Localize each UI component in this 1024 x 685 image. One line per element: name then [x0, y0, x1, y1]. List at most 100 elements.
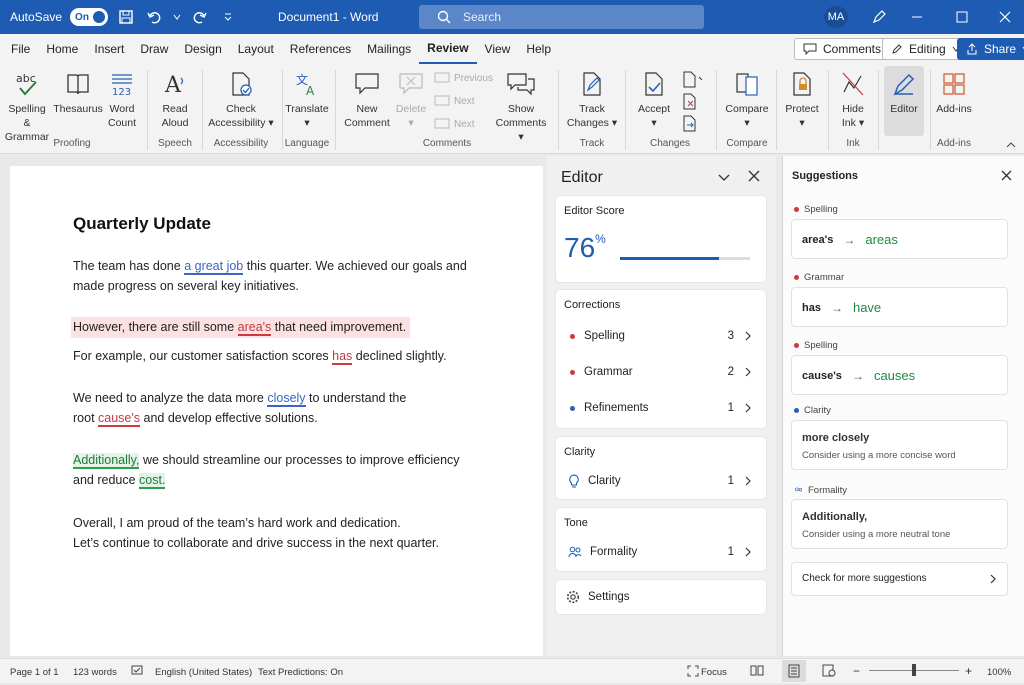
- check-more-suggestions-button[interactable]: Check for more suggestions: [791, 562, 1008, 596]
- editor-close-icon[interactable]: [748, 170, 760, 185]
- flagged-word-has[interactable]: has: [332, 349, 353, 365]
- menu-draw[interactable]: Draw: [132, 34, 176, 64]
- text-predictions-status[interactable]: Text Predictions: On: [258, 667, 343, 678]
- ribbon-separator: [716, 70, 717, 150]
- search-box[interactable]: Search: [419, 5, 704, 29]
- suggestion-category-label: Spelling: [794, 340, 838, 351]
- share-button[interactable]: Share: [957, 38, 1024, 60]
- redo-icon[interactable]: [190, 7, 210, 27]
- accept-button[interactable]: Accept ▾: [632, 70, 676, 130]
- formality-suggestion-card[interactable]: Additionally, Consider using a more neut…: [791, 499, 1008, 549]
- next-change-button[interactable]: [681, 114, 705, 135]
- chevron-right-icon: [745, 547, 751, 557]
- focus-icon[interactable]: [687, 665, 699, 680]
- menu-file[interactable]: File: [3, 34, 38, 64]
- avatar[interactable]: MA: [824, 6, 848, 28]
- flagged-phrase-great-job[interactable]: a great job: [184, 259, 244, 275]
- suggestion-original: cause's: [802, 369, 842, 382]
- menu-view[interactable]: View: [477, 34, 519, 64]
- word-count[interactable]: 123 words: [73, 667, 117, 678]
- reject-button[interactable]: [681, 70, 705, 91]
- new-comment-button[interactable]: New Comment: [342, 70, 392, 130]
- tone-card: Tone Formality 1: [556, 508, 766, 571]
- menu-insert[interactable]: Insert: [86, 34, 132, 64]
- clarity-row[interactable]: Clarity 1: [556, 469, 766, 493]
- delete-comment-button[interactable]: Delete ▾: [393, 70, 429, 130]
- print-layout-icon[interactable]: [782, 660, 806, 682]
- focus-button[interactable]: Focus: [701, 667, 727, 678]
- editing-mode-button[interactable]: Editing: [882, 38, 969, 60]
- web-layout-icon[interactable]: [822, 664, 836, 680]
- word-count-button[interactable]: 123 Word Count: [104, 70, 140, 130]
- undo-dropdown-icon[interactable]: [172, 7, 182, 27]
- flagged-word-causes[interactable]: cause's: [98, 411, 141, 427]
- translate-button[interactable]: 文A Translate ▾: [285, 70, 329, 130]
- customize-toolbar-icon[interactable]: [218, 7, 238, 27]
- word-count-icon: 123: [112, 74, 132, 98]
- paragraph-5-line-2: and reduce cost.: [73, 473, 166, 489]
- maximize-icon[interactable]: [950, 6, 974, 28]
- menu-design[interactable]: Design: [176, 34, 229, 64]
- thesaurus-button[interactable]: Thesaurus: [53, 70, 103, 116]
- reject-change-button[interactable]: [681, 92, 699, 113]
- flagged-word-closely[interactable]: closely: [267, 391, 306, 407]
- clarity-suggestion-card[interactable]: more closely Consider using a more conci…: [791, 420, 1008, 470]
- suggestion-replacement[interactable]: causes: [874, 368, 915, 383]
- menu-mailings[interactable]: Mailings: [359, 34, 419, 64]
- proofing-status-icon[interactable]: [131, 665, 143, 680]
- undo-icon[interactable]: [144, 7, 164, 27]
- menu-home[interactable]: Home: [38, 34, 86, 64]
- suggestions-close-icon[interactable]: [1001, 170, 1012, 184]
- zoom-level[interactable]: 100%: [987, 667, 1011, 678]
- flagged-word-areas[interactable]: area's: [237, 320, 272, 336]
- add-ins-button[interactable]: Add-ins: [934, 70, 974, 116]
- menu-references[interactable]: References: [282, 34, 359, 64]
- protect-button[interactable]: Protect ▾: [782, 70, 822, 130]
- settings-row[interactable]: Settings: [556, 585, 766, 609]
- compare-button[interactable]: Compare ▾: [722, 70, 772, 130]
- corrections-row-refinements[interactable]: Refinements 1: [556, 396, 766, 420]
- close-icon[interactable]: [993, 6, 1017, 28]
- suggestion-replacement[interactable]: areas: [865, 232, 898, 247]
- comments-button[interactable]: Comments: [794, 38, 891, 60]
- track-changes-button[interactable]: Track Changes ▾: [566, 70, 618, 130]
- menu-help[interactable]: Help: [518, 34, 559, 64]
- read-mode-icon[interactable]: [750, 664, 764, 679]
- group-label-proofing: Proofing: [53, 138, 91, 149]
- editor-button[interactable]: Editor: [884, 66, 924, 136]
- suggestion-card[interactable]: has → have: [791, 287, 1008, 327]
- collapse-ribbon-icon[interactable]: [1006, 138, 1016, 152]
- pane-options-chevron-icon[interactable]: [718, 172, 730, 186]
- pen-icon[interactable]: [867, 6, 891, 28]
- page-count[interactable]: Page 1 of 1: [10, 667, 59, 678]
- check-accessibility-button[interactable]: Check Accessibility ▾: [206, 70, 276, 130]
- corrections-row-grammar[interactable]: Grammar 2: [556, 360, 766, 384]
- next-comment-button[interactable]: Next: [434, 95, 475, 107]
- flagged-word-additionally[interactable]: Additionally,: [73, 453, 140, 469]
- hide-ink-label-2: Ink ▾: [841, 117, 865, 129]
- previous-comment-button[interactable]: Previous: [434, 72, 493, 84]
- next-comment-icon: [434, 95, 450, 106]
- zoom-in-button[interactable]: +: [965, 664, 972, 678]
- language-status[interactable]: English (United States): [155, 667, 252, 678]
- autosave-toggle[interactable]: On: [70, 8, 109, 26]
- flagged-word-cost[interactable]: cost.: [139, 473, 166, 489]
- show-comments-button[interactable]: Show Comments ▾: [492, 70, 550, 144]
- menu-layout[interactable]: Layout: [230, 34, 282, 64]
- menu-review[interactable]: Review: [419, 34, 477, 64]
- settings-card[interactable]: Settings: [556, 580, 766, 614]
- suggestion-replacement[interactable]: have: [853, 300, 881, 315]
- next-comment-button-2[interactable]: Next: [434, 118, 475, 130]
- formality-row[interactable]: Formality 1: [556, 540, 766, 564]
- minimize-icon[interactable]: [905, 6, 929, 28]
- read-aloud-button[interactable]: A Read Aloud: [156, 70, 194, 130]
- suggestion-card[interactable]: area's → areas: [791, 219, 1008, 259]
- corrections-row-spelling[interactable]: Spelling 3: [556, 324, 766, 348]
- hide-ink-button[interactable]: Hide Ink ▾: [834, 70, 872, 130]
- suggestion-card[interactable]: cause's → causes: [791, 355, 1008, 395]
- zoom-out-button[interactable]: −: [853, 664, 860, 678]
- clarity-row-label: Clarity: [588, 475, 621, 487]
- save-icon[interactable]: [116, 7, 136, 27]
- spelling-grammar-button[interactable]: abc Spelling & Grammar: [5, 70, 49, 144]
- zoom-slider-thumb[interactable]: [912, 664, 916, 676]
